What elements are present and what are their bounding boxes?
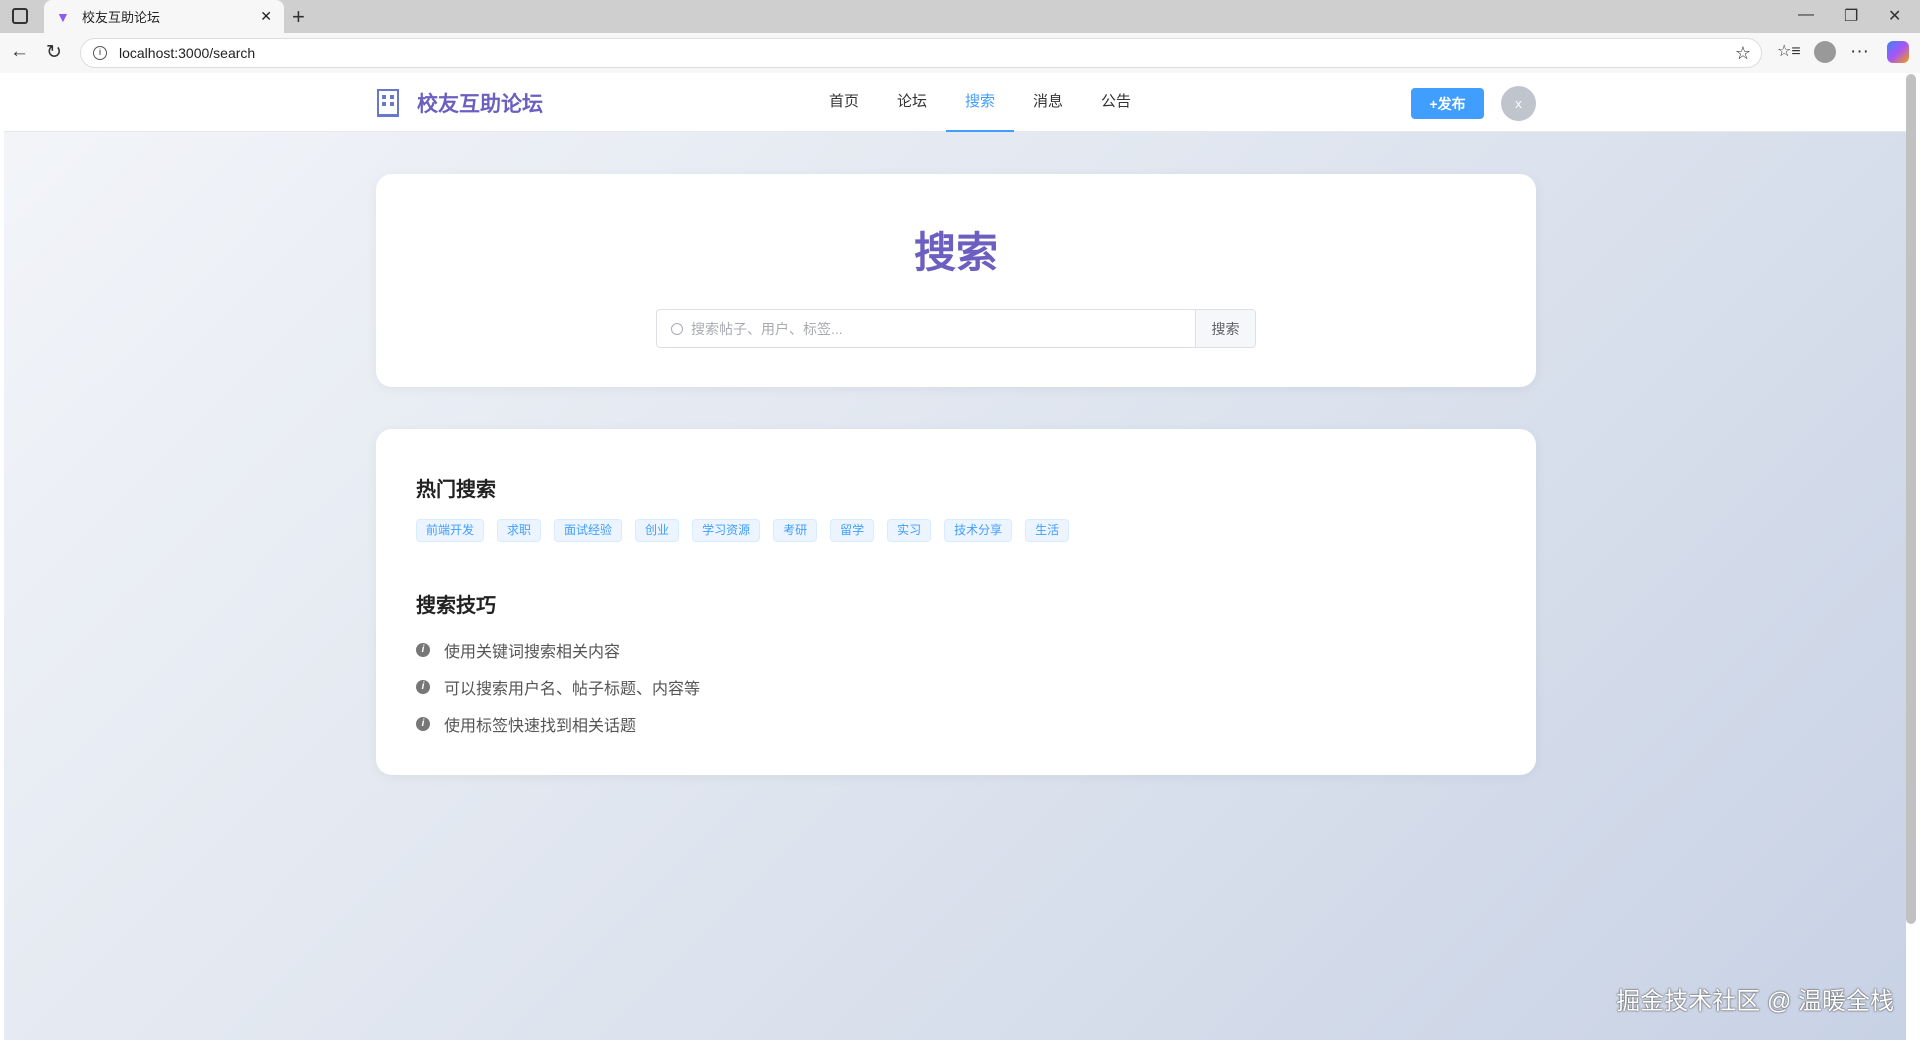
hot-tags: 前端开发 求职 面试经验 创业 学习资源 考研 留学 实习 技术分享 生活: [416, 519, 1070, 542]
logo-text: 校友互助论坛: [417, 93, 543, 116]
hot-tag[interactable]: 实习: [887, 519, 932, 542]
sidebar-toggle-icon[interactable]: [12, 8, 28, 24]
minimize-icon[interactable]: —: [1798, 6, 1814, 24]
search-button[interactable]: 搜索: [1195, 310, 1255, 347]
browser-tab-bar: ▼ 校友互助论坛 ✕ + — ❐ ✕: [0, 0, 1920, 33]
hot-tag[interactable]: 生活: [1025, 519, 1070, 542]
avatar[interactable]: x: [1501, 86, 1536, 121]
tip-item: i 使用关键词搜索相关内容: [416, 638, 620, 662]
publish-button[interactable]: +发布: [1411, 88, 1484, 119]
watermark: 掘金技术社区 @ 温暖全栈: [1616, 988, 1894, 1015]
nav-messages[interactable]: 消息: [1014, 74, 1082, 132]
hot-tag[interactable]: 创业: [635, 519, 680, 542]
profile-icon[interactable]: [1814, 41, 1836, 63]
page-title: 搜索: [913, 229, 998, 276]
page-content: 校友互助论坛 首页 论坛 搜索 消息 公告 +发布 x 搜索 搜索帖子、用户、标…: [4, 74, 1906, 1040]
search-placeholder: 搜索帖子、用户、标签...: [691, 320, 843, 337]
page-scrollbar[interactable]: [1906, 74, 1916, 924]
more-icon[interactable]: ···: [1850, 41, 1869, 63]
tip-text: 使用标签快速找到相关话题: [444, 718, 637, 735]
tip-text: 可以搜索用户名、帖子标题、内容等: [444, 681, 701, 698]
search-input[interactable]: 搜索帖子、用户、标签...: [657, 310, 1195, 347]
logo[interactable]: 校友互助论坛: [377, 88, 543, 118]
url-text: localhost:3000/search: [119, 45, 256, 61]
suggestions-card: 热门搜索 前端开发 求职 面试经验 创业 学习资源 考研 留学 实习 技术分享 …: [376, 429, 1536, 775]
hot-tag[interactable]: 考研: [773, 519, 818, 542]
vite-favicon-icon: ▼: [56, 8, 70, 25]
nav-forum[interactable]: 论坛: [878, 74, 946, 132]
restore-icon[interactable]: ❐: [1844, 6, 1858, 26]
nav-announcements[interactable]: 公告: [1082, 74, 1150, 132]
favorite-star-icon[interactable]: ☆: [1735, 43, 1751, 64]
close-tab-icon[interactable]: ✕: [260, 8, 272, 25]
close-window-icon[interactable]: ✕: [1888, 6, 1901, 26]
hot-tag[interactable]: 学习资源: [692, 519, 761, 542]
tip-item: i 使用标签快速找到相关话题: [416, 712, 636, 736]
search-icon: [671, 322, 683, 335]
tip-text: 使用关键词搜索相关内容: [444, 644, 621, 661]
info-icon: i: [416, 680, 430, 694]
reload-icon[interactable]: ↻: [46, 41, 62, 64]
hot-search-heading: 热门搜索: [416, 479, 496, 501]
search-box: 搜索帖子、用户、标签... 搜索: [656, 309, 1256, 348]
main-nav: 首页 论坛 搜索 消息 公告: [810, 74, 1150, 132]
hot-tag[interactable]: 留学: [830, 519, 875, 542]
info-icon: i: [416, 717, 430, 731]
hot-tag[interactable]: 面试经验: [554, 519, 623, 542]
hot-tag[interactable]: 求职: [497, 519, 542, 542]
tab-title: 校友互助论坛: [82, 10, 161, 25]
tip-item: i 可以搜索用户名、帖子标题、内容等: [416, 675, 700, 699]
site-info-icon[interactable]: i: [93, 46, 107, 60]
copilot-icon[interactable]: [1887, 41, 1909, 63]
nav-home[interactable]: 首页: [810, 74, 878, 132]
site-header: 校友互助论坛 首页 论坛 搜索 消息 公告 +发布 x: [4, 74, 1906, 132]
new-tab-icon[interactable]: +: [292, 4, 305, 30]
tips-heading: 搜索技巧: [416, 595, 496, 617]
nav-search[interactable]: 搜索: [946, 74, 1014, 132]
back-icon[interactable]: ←: [10, 41, 29, 63]
favorites-icon[interactable]: ☆≡: [1777, 41, 1801, 61]
hot-tag[interactable]: 前端开发: [416, 519, 485, 542]
address-bar-row: ← ↻ i localhost:3000/search ☆ ☆≡ ···: [0, 33, 1920, 73]
url-input[interactable]: i localhost:3000/search ☆: [80, 38, 1762, 68]
search-card: 搜索 搜索帖子、用户、标签... 搜索: [376, 174, 1536, 387]
hot-tag[interactable]: 技术分享: [944, 519, 1013, 542]
browser-tab[interactable]: ▼ 校友互助论坛 ✕: [44, 0, 284, 33]
building-icon: [377, 89, 399, 117]
info-icon: i: [416, 643, 430, 657]
